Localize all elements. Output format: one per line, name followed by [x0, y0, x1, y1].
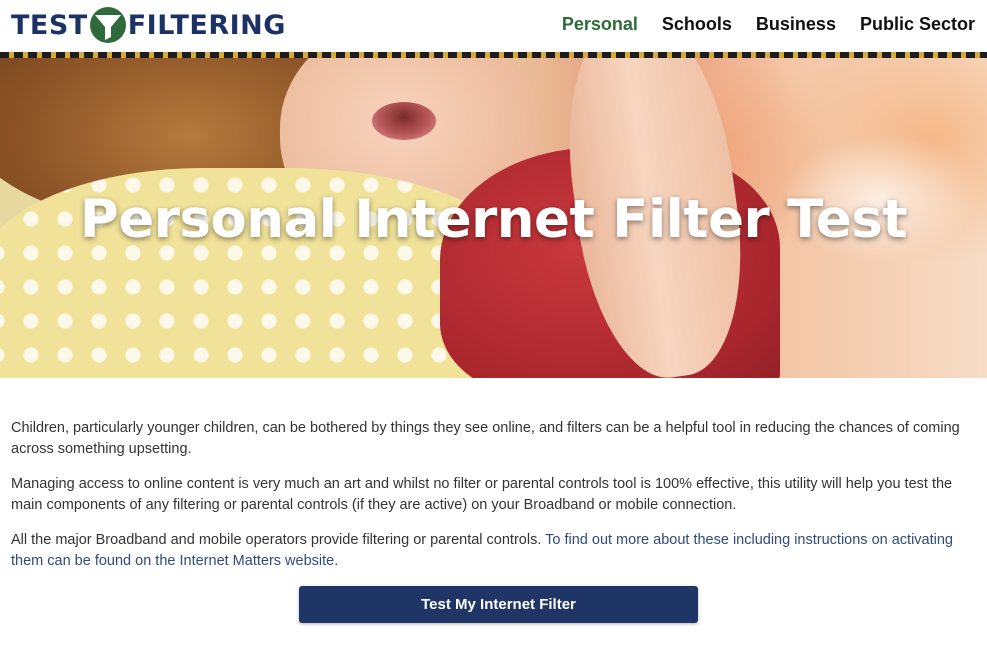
site-logo[interactable]: TEST FILTERING — [11, 5, 286, 45]
logo-text-test: TEST — [11, 9, 88, 41]
intro-paragraph-1: Children, particularly younger children,… — [11, 420, 960, 457]
intro-paragraph-3: All the major Broadband and mobile opera… — [11, 530, 976, 572]
page-title: Personal Internet Filter Test — [79, 189, 908, 250]
intro-paragraph-3-text: All the major Broadband and mobile opera… — [11, 532, 546, 548]
hero-image-mouth — [372, 102, 436, 140]
logo-text-filtering: FILTERING — [127, 9, 286, 41]
nav-item-public-sector[interactable]: Public Sector — [860, 13, 975, 35]
nav-item-schools[interactable]: Schools — [662, 13, 732, 35]
test-filter-button[interactable]: Test My Internet Filter — [299, 586, 698, 623]
intro-paragraph-2: Managing access to online content is ver… — [11, 476, 953, 513]
site-header: TEST FILTERING Personal Schools Business… — [0, 0, 987, 52]
main-nav: Personal Schools Business Public Sector — [538, 13, 975, 35]
funnel-icon — [89, 7, 126, 43]
nav-item-business[interactable]: Business — [756, 13, 836, 35]
intro-content: Children, particularly younger children,… — [11, 418, 976, 586]
hero-banner: Personal Internet Filter Test — [0, 58, 987, 378]
nav-item-personal[interactable]: Personal — [562, 13, 638, 35]
